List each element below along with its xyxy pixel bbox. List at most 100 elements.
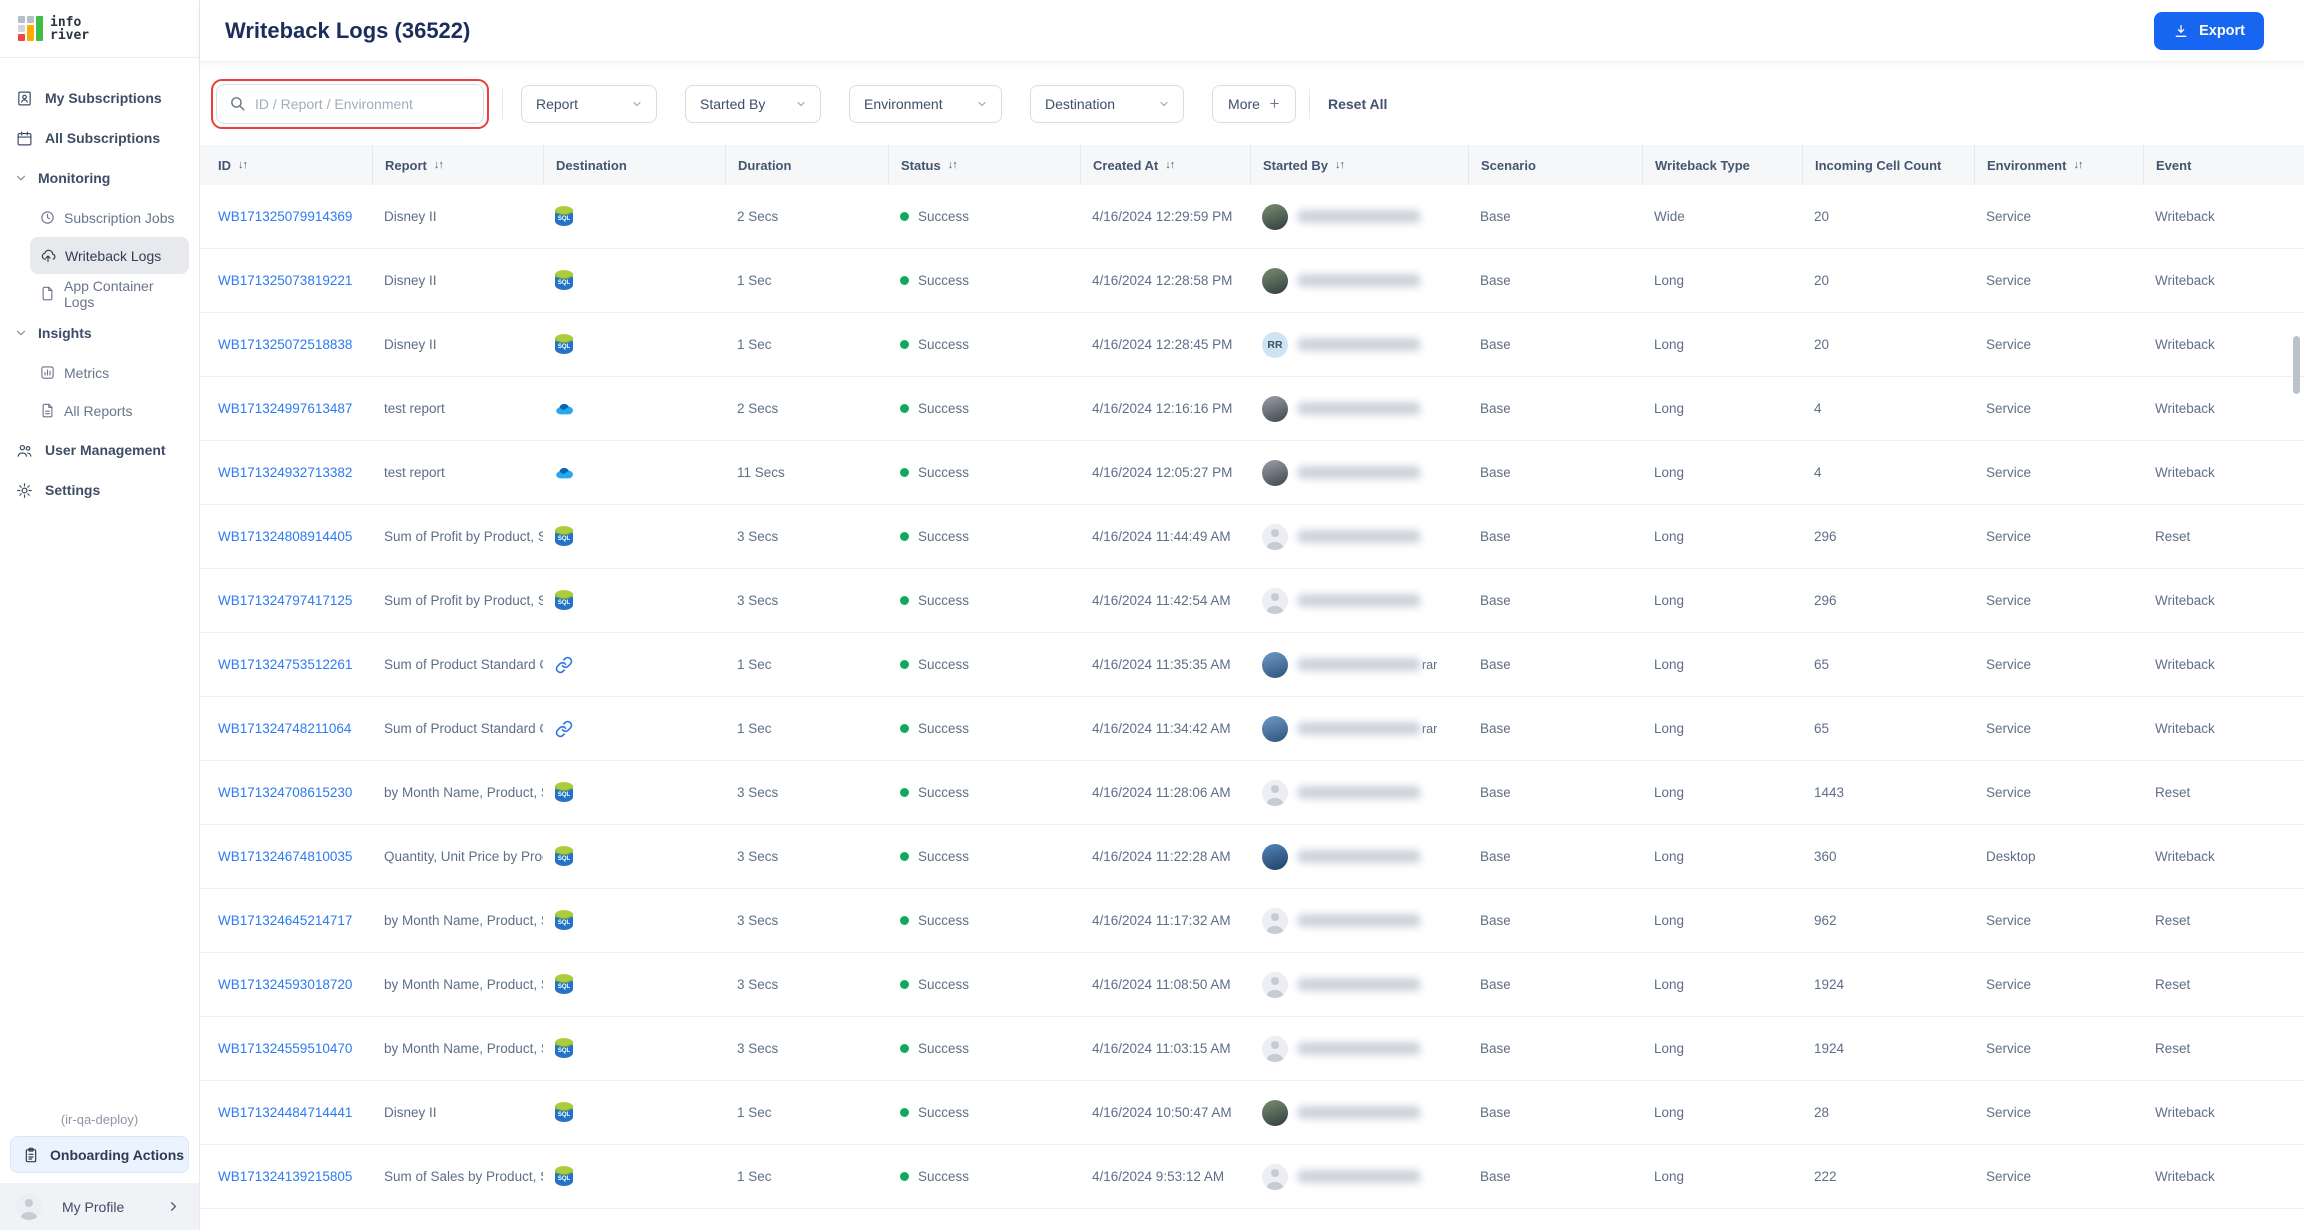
sidebar-item-app-container-logs[interactable]: App Container Logs — [30, 275, 189, 312]
log-id-link[interactable]: WB171324997613487 — [218, 401, 352, 416]
log-id-link[interactable]: WB171324593018720 — [218, 977, 352, 992]
log-id-link[interactable]: WB171325073819221 — [218, 273, 352, 288]
log-id-link[interactable]: WB171324484714441 — [218, 1105, 352, 1120]
col-header-created-at[interactable]: Created At ↓↑ — [1080, 145, 1250, 185]
event-cell: Reset — [2155, 785, 2191, 800]
col-header-id[interactable]: ID ↓↑ — [206, 145, 372, 185]
sidebar-item-writeback-logs[interactable]: Writeback Logs — [30, 237, 189, 274]
redacted-user-name — [1298, 594, 1420, 607]
created-at-cell: 4/16/2024 12:29:59 PM — [1092, 209, 1233, 224]
status-label: Success — [918, 273, 970, 288]
sort-icon[interactable]: ↓↑ — [948, 159, 958, 171]
report-cell: Sum of Profit by Product, S — [384, 593, 543, 608]
id-cell: WB171324997613487 — [206, 377, 372, 440]
started-by-cell — [1250, 569, 1468, 632]
sidebar-item-label: User Management — [45, 442, 166, 458]
report-cell: Sum of Product Standard C — [384, 657, 543, 672]
log-id-link[interactable]: WB171324674810035 — [218, 849, 352, 864]
status-cell: Success — [888, 1145, 1080, 1208]
environment-filter-dropdown[interactable]: Environment — [849, 84, 1002, 123]
sql-database-icon: SQL — [555, 846, 573, 867]
sidebar-item-settings[interactable]: Settings — [0, 470, 199, 510]
incoming-cell-count-cell: 296 — [1814, 593, 1837, 608]
event-cell: Writeback — [2155, 209, 2215, 224]
sort-icon[interactable]: ↓↑ — [434, 159, 444, 171]
user-avatar — [1262, 907, 1288, 934]
my-profile-button[interactable]: My Profile — [0, 1183, 199, 1230]
log-id-link[interactable]: WB171325079914369 — [218, 209, 352, 224]
status-label: Success — [918, 913, 970, 928]
sidebar-group-monitoring[interactable]: Monitoring — [0, 158, 199, 198]
user-avatar — [1262, 459, 1288, 486]
environment-cell: Service — [1986, 913, 2032, 928]
status-label: Success — [918, 657, 970, 672]
log-id-link[interactable]: WB171325072518838 — [218, 337, 352, 352]
id-cell: WB171324484714441 — [206, 1081, 372, 1144]
scrollbar-thumb[interactable] — [2293, 336, 2300, 394]
onboarding-actions-button[interactable]: Onboarding Actions — [10, 1136, 189, 1173]
log-id-link[interactable]: WB171324139215805 — [218, 1169, 352, 1184]
reset-all-button[interactable]: Reset All — [1328, 96, 1387, 112]
sidebar-item-my-subscriptions[interactable]: My Subscriptions — [0, 78, 199, 118]
scenario-cell: Base — [1480, 593, 1511, 608]
sql-database-icon: SQL — [555, 590, 573, 611]
table-row: WB171324645214717 by Month Name, Product… — [200, 889, 2304, 953]
id-cell: WB171325072518838 — [206, 313, 372, 376]
log-id-link[interactable]: WB171324932713382 — [218, 465, 352, 480]
writeback-type-cell: Long — [1654, 465, 1685, 480]
report-filter-dropdown[interactable]: Report — [521, 84, 657, 123]
col-header-environment[interactable]: Environment ↓↑ — [1974, 145, 2143, 185]
col-header-started-by[interactable]: Started By ↓↑ — [1250, 145, 1468, 185]
started-by-cell — [1250, 1017, 1468, 1080]
sidebar-item-all-subscriptions[interactable]: All Subscriptions — [0, 118, 199, 158]
search-input[interactable] — [255, 95, 471, 112]
sidebar-item-all-reports[interactable]: All Reports — [30, 392, 189, 429]
scenario-cell: Base — [1480, 209, 1511, 224]
log-id-link[interactable]: WB171324645214717 — [218, 913, 352, 928]
destination-cell — [543, 441, 725, 504]
started-by-filter-dropdown[interactable]: Started By — [685, 84, 821, 123]
sort-icon[interactable]: ↓↑ — [2073, 159, 2083, 171]
redacted-user-name — [1298, 402, 1420, 415]
incoming-cell-count-cell: 28 — [1814, 1105, 1830, 1120]
started-by-cell — [1250, 249, 1468, 312]
user-avatar — [1262, 587, 1288, 614]
sidebar-item-metrics[interactable]: Metrics — [30, 354, 189, 391]
writeback-type-cell: Long — [1654, 721, 1685, 736]
export-button[interactable]: Export — [2154, 11, 2264, 50]
col-header-status[interactable]: Status ↓↑ — [888, 145, 1080, 185]
sidebar-item-user-management[interactable]: User Management — [0, 430, 199, 470]
log-id-link[interactable]: WB171324753512261 — [218, 657, 352, 672]
sort-icon[interactable]: ↓↑ — [238, 159, 248, 171]
incoming-cell-count-cell: 65 — [1814, 721, 1830, 736]
scenario-cell: Base — [1480, 401, 1511, 416]
created-at-cell: 4/16/2024 11:34:42 AM — [1092, 721, 1231, 736]
status-cell: Success — [888, 569, 1080, 632]
table-body: WB171325079914369 Disney II SQL 2 Secs S… — [200, 185, 2304, 1209]
status-cell: Success — [888, 633, 1080, 696]
log-id-link[interactable]: WB171324797417125 — [218, 593, 352, 608]
sort-icon[interactable]: ↓↑ — [1165, 159, 1175, 171]
document-icon — [40, 403, 55, 418]
log-id-link[interactable]: WB171324808914405 — [218, 529, 352, 544]
created-at-cell: 4/16/2024 12:28:45 PM — [1092, 337, 1233, 352]
status-cell: Success — [888, 953, 1080, 1016]
sidebar-item-subscription-jobs[interactable]: Subscription Jobs — [30, 199, 189, 236]
table-row: WB171324997613487 test report 2 Secs Suc… — [200, 377, 2304, 441]
event-cell: Writeback — [2155, 1105, 2215, 1120]
report-cell: Disney II — [384, 337, 437, 352]
log-id-link[interactable]: WB171324708615230 — [218, 785, 352, 800]
log-id-link[interactable]: WB171324559510470 — [218, 1041, 352, 1056]
id-cell: WB171324593018720 — [206, 953, 372, 1016]
col-header-report[interactable]: Report ↓↑ — [372, 145, 543, 185]
destination-filter-dropdown[interactable]: Destination — [1030, 84, 1184, 123]
started-by-cell: RR — [1250, 313, 1468, 376]
sort-icon[interactable]: ↓↑ — [1335, 159, 1345, 171]
duration-cell: 1 Sec — [737, 657, 772, 672]
more-filters-button[interactable]: More — [1212, 84, 1296, 123]
log-id-link[interactable]: WB171324748211064 — [218, 721, 351, 736]
sidebar-group-insights[interactable]: Insights — [0, 313, 199, 353]
status-label: Success — [918, 529, 970, 544]
app-logo[interactable]: info river — [0, 0, 199, 58]
duration-cell: 3 Secs — [737, 593, 779, 608]
